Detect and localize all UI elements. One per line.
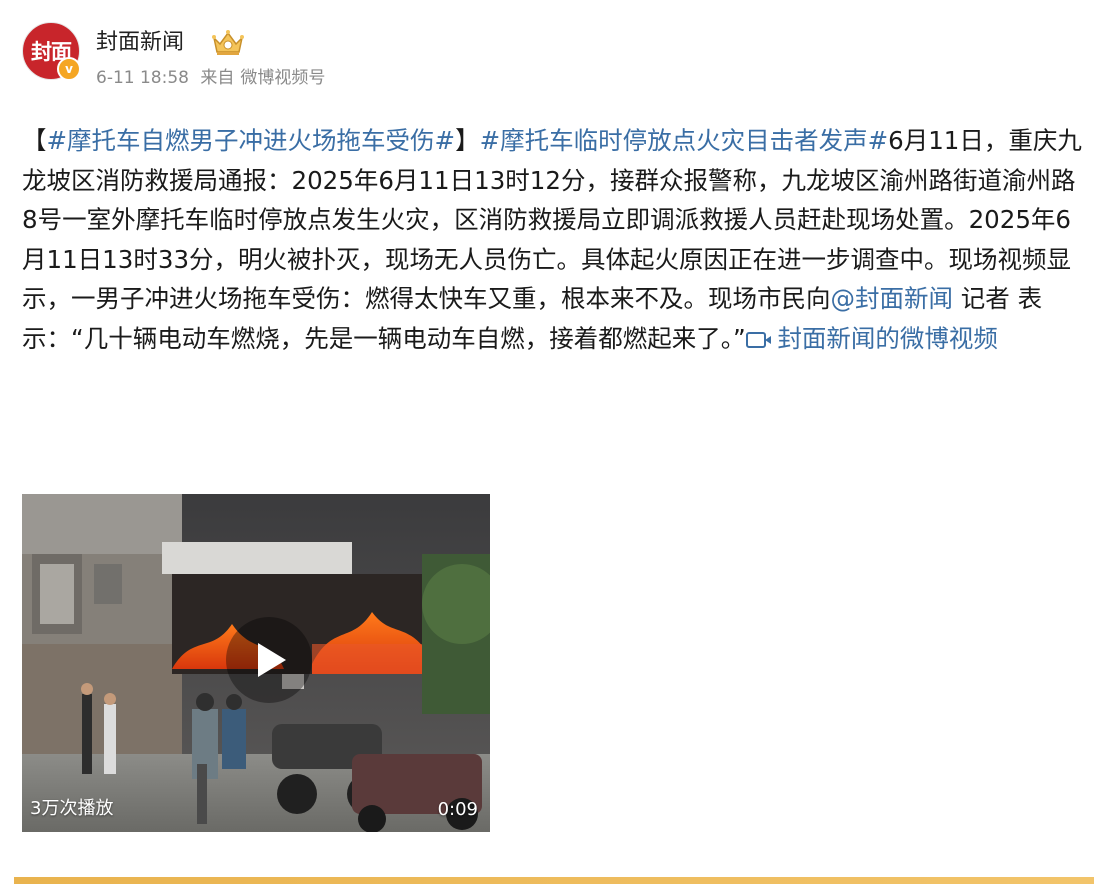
bracket-close: 】 — [455, 126, 480, 155]
avatar[interactable]: 封面 v — [22, 22, 81, 81]
mention-link[interactable]: @封面新闻 — [831, 284, 954, 313]
video-icon — [745, 331, 771, 348]
post-timestamp[interactable]: 6-11 18:58 — [96, 68, 189, 88]
topic-link-2[interactable]: #摩托车临时停放点火灾目击者发声# — [480, 126, 889, 155]
weibo-post-card: 封面 v 封面新闻 6-11 18:58 来自 微博视频号 【#摩托车自燃男子冲进… — [0, 0, 1108, 884]
username[interactable]: 封面新闻 — [96, 28, 184, 58]
post-content: 【#摩托车自燃男子冲进火场拖车受伤#】#摩托车临时停放点火灾目击者发声#6月11… — [22, 121, 1082, 359]
play-icon — [258, 643, 286, 677]
crown-icon — [212, 30, 244, 55]
bracket-open: 【 — [22, 126, 47, 155]
topic-link-1[interactable]: #摩托车自燃男子冲进火场拖车受伤# — [47, 126, 456, 155]
view-count: 3万次播放 — [30, 798, 114, 819]
play-button[interactable] — [226, 617, 312, 703]
source-prefix: 来自 — [200, 68, 235, 88]
verified-badge-icon: v — [57, 57, 81, 81]
video-link[interactable]: 封面新闻的微博视频 — [745, 323, 998, 353]
post-meta: 6-11 18:58 来自 微博视频号 — [96, 66, 331, 90]
video-link-label: 封面新闻的微博视频 — [777, 323, 998, 353]
video-duration: 0:09 — [437, 799, 478, 820]
bottom-divider — [14, 877, 1094, 884]
video-thumbnail[interactable]: 3万次播放 0:09 — [22, 494, 490, 832]
post-source[interactable]: 微博视频号 — [240, 68, 325, 88]
